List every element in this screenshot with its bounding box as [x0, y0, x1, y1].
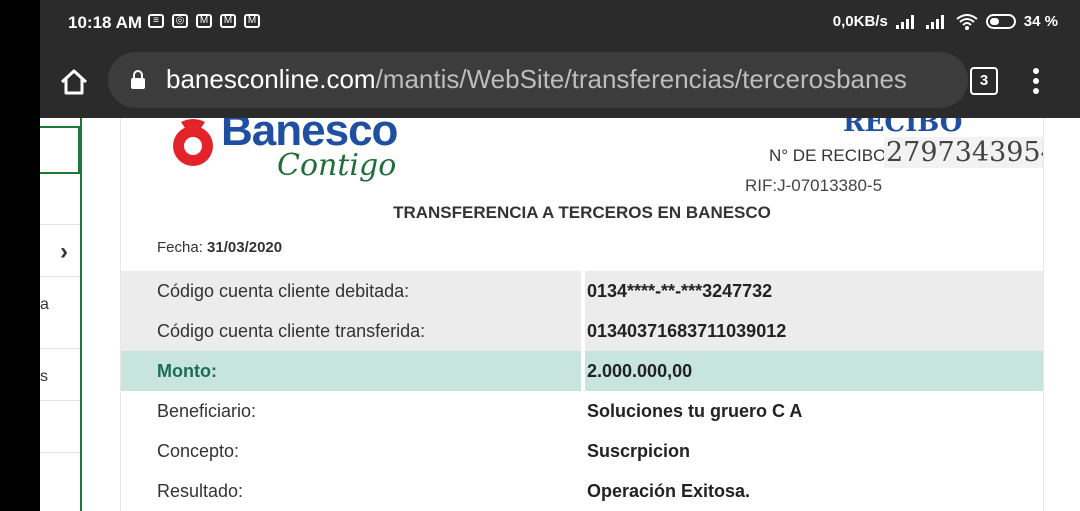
gmail-notification-icon-2: M	[220, 14, 236, 28]
chevron-right-icon[interactable]: ›	[60, 238, 68, 266]
table-row: Código cuenta cliente debitada: 0134****…	[121, 271, 1043, 311]
date-label: Fecha:	[157, 239, 203, 256]
network-speed: 0,0KB/s	[832, 13, 888, 30]
row-label: Concepto:	[157, 441, 240, 461]
status-bar: 10:18 AM ≡ ◎ M M M 0,0KB/s 34 %	[40, 0, 1080, 48]
row-value: 0134****-**-***3247732	[587, 281, 773, 301]
message-notification-icon: ≡	[148, 14, 164, 28]
instagram-notification-icon: ◎	[172, 14, 188, 28]
url-host: banesconline.com	[166, 64, 376, 94]
banesco-logo: Banesco Contigo	[167, 118, 427, 188]
tab-switcher-button[interactable]: 3	[970, 67, 998, 95]
logo-tagline: Contigo	[277, 148, 397, 183]
notification-icons: ≡ ◎ M M M	[148, 14, 260, 28]
battery-icon	[985, 14, 1016, 29]
banesco-logo-icon	[173, 119, 213, 166]
row-value: 01340371683711039012	[587, 321, 787, 341]
row-value: Operación Exitosa.	[587, 481, 751, 501]
home-icon[interactable]	[58, 66, 90, 98]
signal-icon	[895, 14, 918, 29]
signal-icon-2	[925, 14, 948, 29]
side-menu-item[interactable]: a	[40, 296, 49, 314]
row-value: Soluciones tu gruero C A	[587, 401, 803, 421]
url-path: /mantis/WebSite/transferencias/tercerosb…	[375, 64, 907, 94]
recibo-header: RECIBO	[843, 118, 963, 138]
overflow-menu-icon[interactable]	[1033, 68, 1041, 98]
url-text: banesconline.com/mantis/WebSite/transfer…	[166, 64, 907, 95]
row-label: Resultado:	[157, 481, 244, 501]
row-label: Monto:	[157, 361, 217, 381]
table-row: Concepto: Suscrpicion	[121, 431, 1043, 471]
table-row-amount: Monto: 2.000.000,00	[121, 351, 1043, 391]
receipt-number-label: N° DE RECIBO:	[769, 146, 892, 165]
phone-screen: 10:18 AM ≡ ◎ M M M 0,0KB/s 34 % banescon…	[40, 0, 1080, 511]
gmail-notification-icon-3: M	[244, 14, 260, 28]
receipt-panel: Banesco Contigo RECIBO N° DE RECIBO: 279…	[120, 118, 1044, 511]
browser-toolbar: banesconline.com/mantis/WebSite/transfer…	[40, 48, 1080, 118]
row-label: Código cuenta cliente debitada:	[157, 281, 410, 301]
address-bar[interactable]: banesconline.com/mantis/WebSite/transfer…	[108, 52, 968, 108]
table-row: Resultado: Operación Exitosa.	[121, 471, 1043, 511]
lock-icon	[131, 70, 145, 89]
table-row: Código cuenta cliente transferida: 01340…	[121, 311, 1043, 351]
receipt-table: Código cuenta cliente debitada: 0134****…	[121, 271, 1043, 511]
row-label: Código cuenta cliente transferida:	[157, 321, 426, 341]
rif-text: RIF:J-07013380-5	[745, 176, 883, 195]
status-time: 10:18 AM	[68, 13, 143, 32]
side-menu-header[interactable]	[40, 126, 80, 174]
gmail-notification-icon: M	[196, 14, 212, 28]
receipt-title: TRANSFERENCIA A TERCEROS EN BANESCO	[393, 203, 771, 222]
row-label: Beneficiario:	[157, 401, 257, 421]
receipt-number: 2797343954	[884, 137, 1043, 168]
row-value: Suscrpicion	[587, 441, 691, 461]
table-row: Beneficiario: Soluciones tu gruero C A	[121, 391, 1043, 431]
status-right: 0,0KB/s 34 %	[833, 13, 1058, 30]
battery-level: 34 %	[1023, 13, 1058, 30]
date-line: Fecha: 31/03/2020	[157, 239, 282, 256]
row-value: 2.000.000,00	[587, 361, 693, 381]
date-value: 31/03/2020	[207, 239, 283, 256]
side-menu: › a s	[40, 118, 82, 511]
side-menu-item-2[interactable]: s	[40, 368, 48, 386]
wifi-icon	[956, 13, 978, 30]
